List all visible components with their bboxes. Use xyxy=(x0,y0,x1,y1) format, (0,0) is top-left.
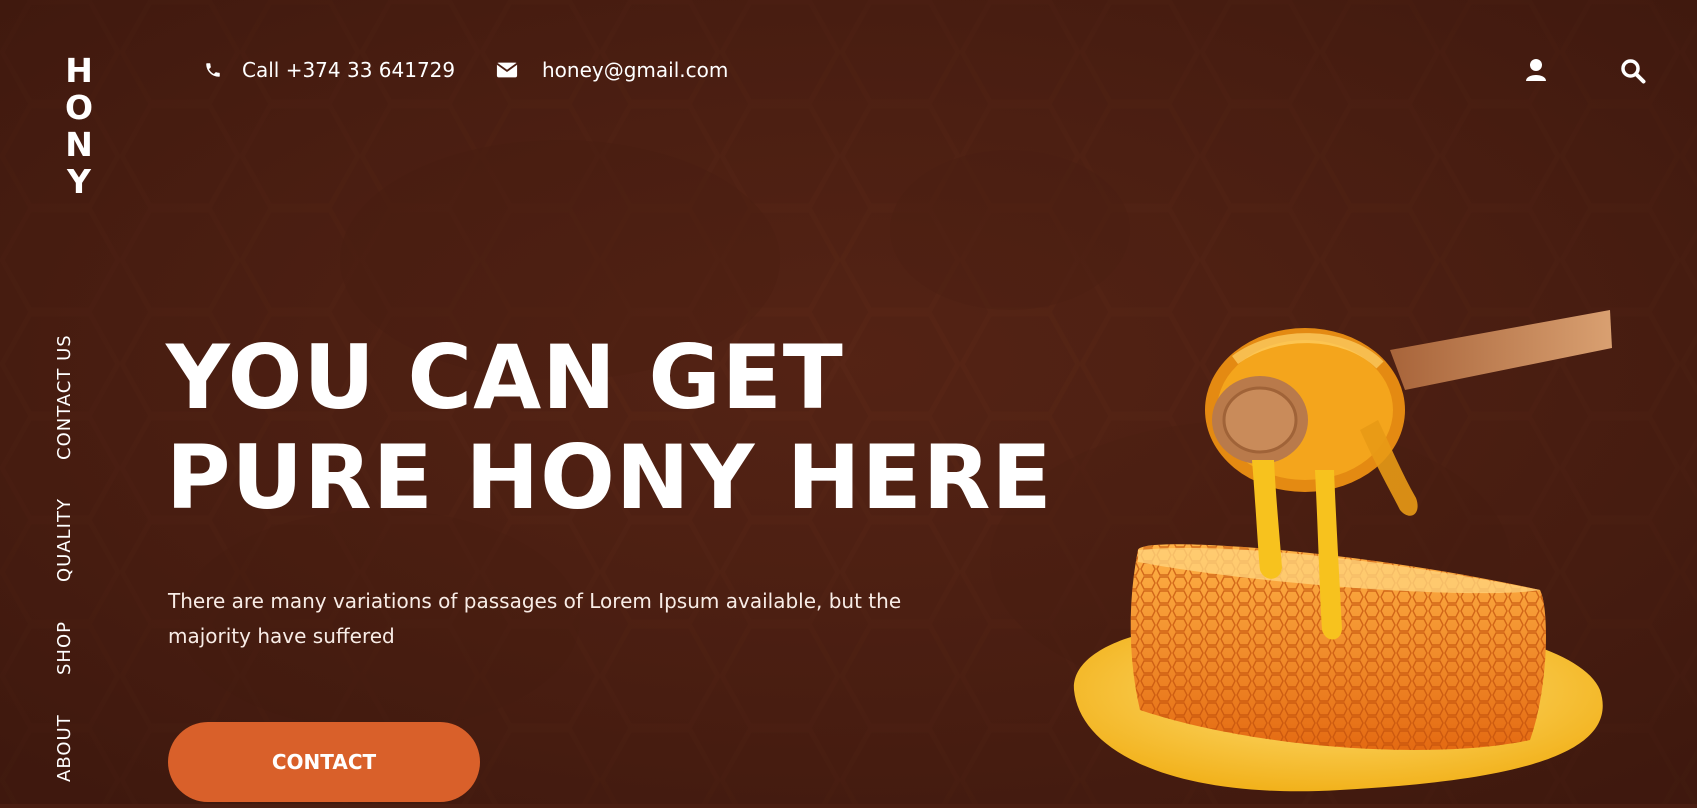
nav-contact-us[interactable]: CONTACT US xyxy=(54,334,75,460)
phone-number: Call +374 33 641729 xyxy=(242,58,456,82)
logo-letter: O xyxy=(64,88,94,127)
email-address: honey@gmail.com xyxy=(542,58,729,82)
logo-letter: Y xyxy=(67,162,91,201)
contact-button[interactable]: CONTACT xyxy=(168,722,480,802)
hero-description: There are many variations of passages of… xyxy=(168,589,902,648)
honeycomb-image xyxy=(1060,310,1630,804)
phone-icon xyxy=(204,61,222,79)
headline-line-2: PURE HONY HERE xyxy=(166,426,1053,529)
side-navigation: CONTACT US QUALITY SHOP ABOUT xyxy=(54,300,86,790)
envelope-icon xyxy=(496,61,518,79)
email-contact[interactable]: honey@gmail.com xyxy=(496,54,728,86)
logo-letter: N xyxy=(65,125,93,164)
headline-line-1: YOU CAN GET xyxy=(166,326,844,429)
search-icon[interactable] xyxy=(1620,58,1646,84)
logo-letter: H xyxy=(65,51,93,90)
nav-quality[interactable]: QUALITY xyxy=(54,498,75,582)
phone-contact[interactable]: Call +374 33 641729 xyxy=(204,54,455,86)
user-icon[interactable] xyxy=(1525,58,1551,84)
nav-about[interactable]: ABOUT xyxy=(54,714,75,782)
brand-logo[interactable]: H O N Y xyxy=(64,52,94,200)
hero-headline: YOU CAN GET PURE HONY HERE xyxy=(166,328,1053,528)
nav-shop[interactable]: SHOP xyxy=(54,621,75,675)
